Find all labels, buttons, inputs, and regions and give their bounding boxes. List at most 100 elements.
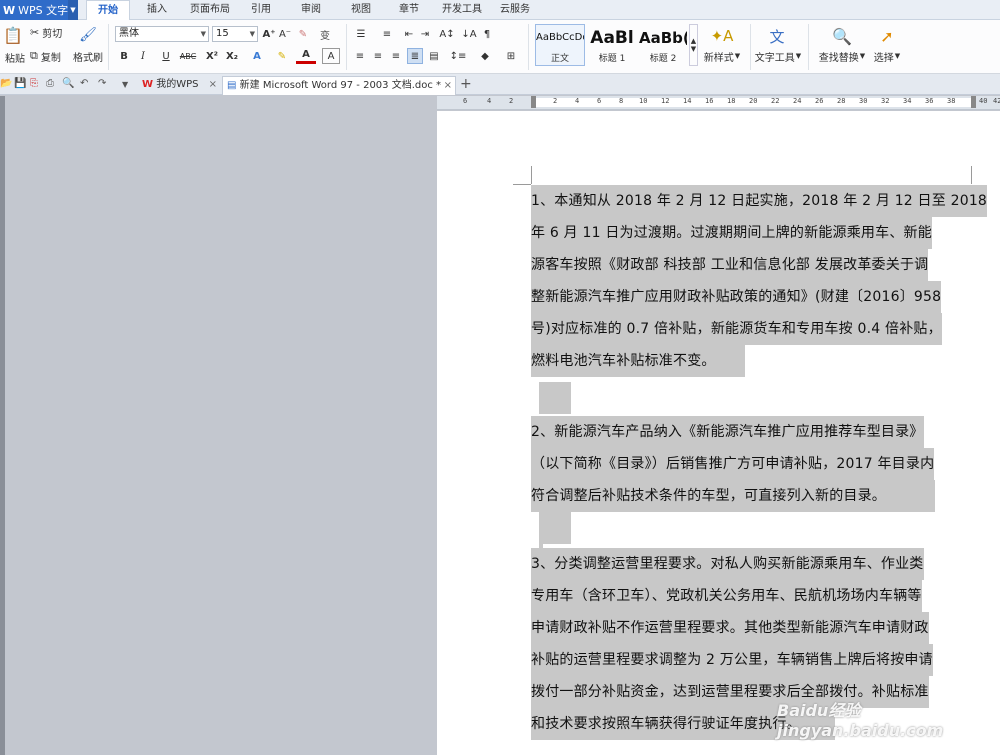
highlight-icon[interactable]: ✎ — [272, 48, 292, 64]
tab-document[interactable]: ▤ 新建 Microsoft Word 97 - 2003 文档.doc * × — [222, 76, 456, 95]
format-painter-button[interactable]: 🖌 — [72, 24, 104, 46]
bold-icon[interactable]: B — [117, 48, 131, 64]
watermark-logo: Baidu经验 jingyan.baidu.com — [777, 701, 944, 740]
font-name-combo[interactable]: 黑体 ▼ — [115, 26, 209, 42]
tab-home[interactable]: 开始 — [86, 0, 130, 21]
text-effect-icon[interactable]: A — [248, 48, 266, 64]
text-tools-label[interactable]: 文字工具 ▼ — [752, 49, 804, 64]
document-line[interactable]: 专用车（含环卫车）、党政机关公务用车、民航机场场内车辆等 — [531, 580, 922, 612]
new-style-button[interactable]: ✦A — [702, 26, 742, 46]
undo-icon[interactable]: ↶ — [80, 78, 88, 89]
font-size-combo[interactable]: 15 ▼ — [212, 26, 258, 42]
find-replace-label[interactable]: 查找替换 ▼ — [814, 49, 870, 64]
print-preview-icon[interactable]: 🔍 — [62, 78, 74, 89]
document-line[interactable]: 整新能源汽车推广应用财政补贴政策的通知》(财建〔2016〕958 — [531, 281, 942, 313]
left-indent-marker[interactable] — [531, 96, 536, 108]
tab-page-layout[interactable]: 页面布局 — [184, 0, 236, 20]
align-center-icon[interactable]: ≡ — [371, 48, 385, 64]
char-border-icon[interactable]: A — [322, 48, 340, 64]
menu-bar: W WPS 文字 ▼ 开始 插入 页面布局 引用 审阅 视图 章节 开发工具 云… — [0, 0, 1000, 21]
paste-label[interactable]: 粘贴 — [0, 50, 30, 65]
justify-icon[interactable]: ≣ — [407, 48, 423, 64]
document-line[interactable] — [539, 512, 571, 544]
document-line[interactable]: 燃料电池汽车补贴标准不变。 — [531, 345, 745, 377]
ruler-tick-label: 40 — [979, 97, 988, 105]
clear-format-icon[interactable]: ✎ — [296, 26, 310, 42]
style-gallery-scroll[interactable]: ▲ ▼ — [689, 24, 698, 66]
tab-my-wps[interactable]: W 我的WPS × — [138, 76, 220, 95]
tab-review[interactable]: 审阅 — [292, 0, 330, 20]
borders-icon[interactable]: ⊞ — [500, 48, 522, 64]
align-right-icon[interactable]: ≡ — [389, 48, 403, 64]
close-icon[interactable]: × — [444, 77, 452, 95]
increase-indent-icon[interactable]: ⇥ — [418, 26, 432, 42]
horizontal-ruler[interactable]: 6 4 2 2 4 6 8 10 12 14 16 18 20 22 24 26… — [437, 96, 1000, 110]
format-painter-label[interactable]: 格式刷 — [70, 49, 106, 64]
document-line[interactable]: 号)对应标准的 0.7 倍补贴，新能源货车和专用车按 0.4 倍补贴， — [531, 313, 942, 345]
right-indent-marker[interactable] — [971, 96, 976, 108]
export-pdf-icon[interactable]: ⎘ — [30, 78, 38, 89]
ruler-tick-label: 30 — [859, 97, 868, 105]
select-button[interactable]: ➚ — [876, 25, 898, 47]
document-line[interactable]: 3、分类调整运营里程要求。对私人购买新能源乘用车、作业类 — [531, 548, 924, 580]
select-label[interactable]: 选择 ▼ — [870, 49, 904, 64]
document-line[interactable]: 源客车按照《财政部 科技部 工业和信息化部 发展改革委关于调 — [531, 249, 929, 281]
style-normal[interactable]: AaBbCcDd 正文 — [535, 24, 585, 66]
text-tools-button[interactable]: 文 — [762, 26, 792, 46]
close-icon[interactable]: × — [209, 76, 217, 94]
quick-access-dropdown-icon[interactable]: ▼ — [122, 80, 128, 89]
new-tab-icon[interactable]: + — [460, 76, 472, 92]
document-line[interactable]: 1、本通知从 2018 年 2 月 12 日起实施，2018 年 2 月 12 … — [531, 185, 988, 217]
subscript-icon[interactable]: X₂ — [224, 48, 240, 64]
superscript-icon[interactable]: X² — [204, 48, 220, 64]
style-heading-2[interactable]: AaBb( 标题 2 — [638, 24, 688, 66]
document-line[interactable]: 符合调整后补贴技术条件的车型，可直接列入新的目录。 — [531, 480, 935, 512]
grow-font-icon[interactable]: A⁺ — [262, 26, 276, 42]
document-line[interactable]: 2、新能源汽车产品纳入《新能源汽车推广应用推荐车型目录》 — [531, 416, 924, 448]
tab-insert[interactable]: 插入 — [138, 0, 176, 20]
document-line[interactable]: （以下简称《目录》）后销售推广方可申请补贴，2017 年目录内 — [531, 448, 935, 480]
italic-icon[interactable]: I — [136, 48, 150, 64]
new-style-label[interactable]: 新样式 ▼ — [698, 49, 746, 64]
align-left-icon[interactable]: ≡ — [353, 48, 367, 64]
cut-button[interactable]: ✂ 剪切 — [30, 25, 70, 40]
line-spacing-icon[interactable]: ↕≡ — [447, 48, 469, 64]
document-page[interactable]: 1、本通知从 2018 年 2 月 12 日起实施，2018 年 2 月 12 … — [437, 111, 1000, 755]
copy-button[interactable]: ⧉ 复制 — [30, 49, 70, 64]
chevron-down-icon[interactable]: ▼ — [201, 27, 206, 41]
chevron-down-icon[interactable]: ▼ — [250, 27, 255, 41]
document-line[interactable] — [539, 382, 571, 414]
text-tools-icon: 文 — [769, 27, 785, 46]
phonetic-guide-icon[interactable]: 变 — [316, 26, 334, 42]
font-color-icon[interactable]: A — [296, 48, 316, 64]
tab-view[interactable]: 视图 — [342, 0, 380, 20]
show-marks-icon[interactable]: ¶ — [480, 26, 494, 42]
document-line[interactable]: 申请财政补贴不作运营里程要求。其他类型新能源汽车申请财政 — [531, 612, 929, 644]
sort-icon[interactable]: ↓A — [461, 26, 476, 42]
save-icon[interactable]: 💾 — [14, 78, 26, 89]
shrink-font-icon[interactable]: A⁻ — [278, 26, 292, 42]
chinese-layout-icon[interactable]: A↕ — [436, 26, 458, 42]
style-heading-1[interactable]: AaBl 标题 1 — [587, 24, 637, 66]
distributed-align-icon[interactable]: ▤ — [427, 48, 441, 64]
numbered-list-icon[interactable]: ≡ — [376, 26, 398, 42]
tab-section[interactable]: 章节 — [390, 0, 428, 20]
paste-button[interactable]: 📋 — [2, 24, 24, 46]
wps-app-menu-button[interactable]: W WPS 文字 ▼ — [0, 0, 78, 20]
underline-icon[interactable]: U — [155, 48, 177, 64]
tab-developer-tools[interactable]: 开发工具 — [436, 0, 488, 20]
redo-icon[interactable]: ↷ — [98, 78, 106, 89]
tab-references[interactable]: 引用 — [244, 0, 278, 20]
chevron-down-icon[interactable]: ▼ — [68, 0, 78, 20]
tab-cloud-service[interactable]: 云服务 — [494, 0, 536, 20]
document-line[interactable]: 补贴的运营里程要求调整为 2 万公里，车辆销售上牌后将按申请 — [531, 644, 933, 676]
document-line[interactable]: 年 6 月 11 日为过渡期。过渡期期间上牌的新能源乘用车、新能 — [531, 217, 932, 249]
print-icon[interactable]: ⎙ — [46, 78, 54, 89]
find-replace-button[interactable]: 🔍 — [830, 25, 854, 47]
strikethrough-icon[interactable]: ABC — [180, 48, 196, 64]
bullet-list-icon[interactable]: ☰ — [350, 26, 372, 42]
shading-icon[interactable]: ◆ — [474, 48, 496, 64]
open-folder-icon[interactable]: 📂 — [0, 78, 12, 89]
crop-mark — [531, 166, 532, 184]
decrease-indent-icon[interactable]: ⇤ — [402, 26, 416, 42]
